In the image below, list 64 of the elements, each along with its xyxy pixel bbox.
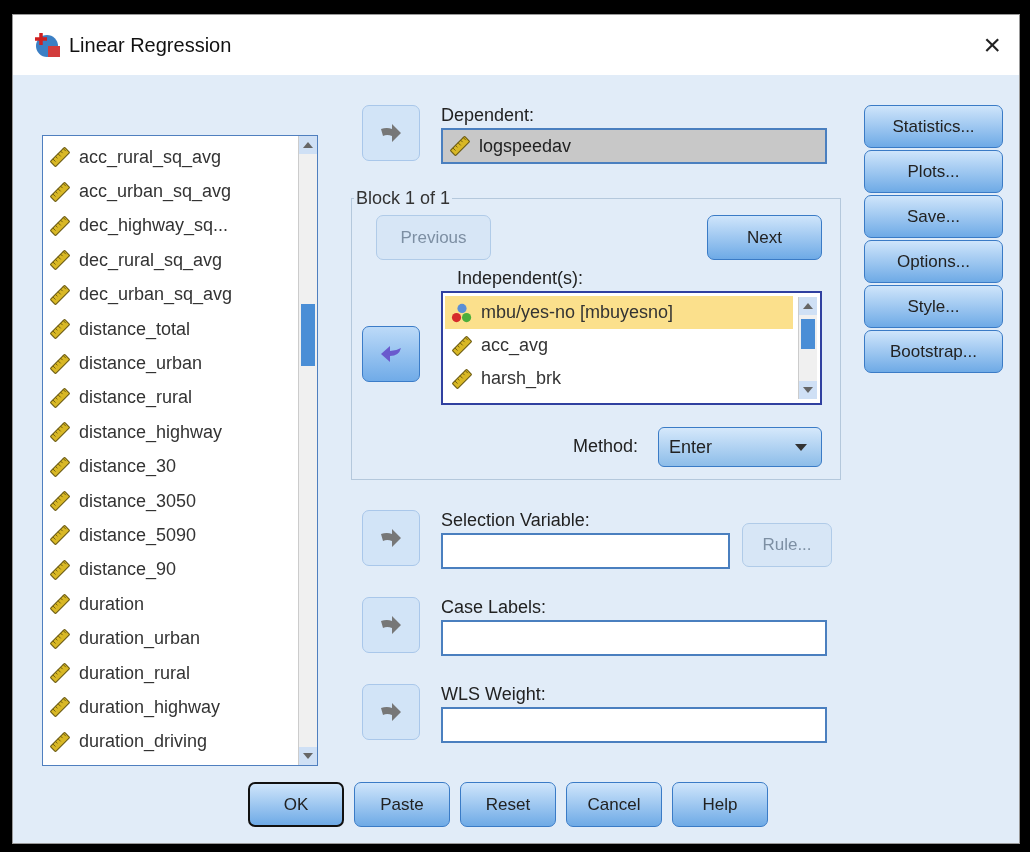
variable-item[interactable]: duration [43,587,298,622]
variable-item[interactable]: distance_total [43,311,298,347]
dialog-button[interactable]: Statistics... [864,105,1003,148]
dialog-button[interactable]: Plots... [864,150,1003,193]
close-button[interactable]: × [979,28,1005,62]
input-field[interactable] [441,533,730,569]
next-button[interactable]: Next [707,215,822,260]
arrow-right-icon [379,528,403,548]
variable-item[interactable]: dec_rural_sq_avg [43,243,298,278]
caret-icon [795,443,807,451]
field-label: Case Labels: [441,597,548,618]
arrow-right-icon [379,123,403,143]
arrow-right-icon [379,702,403,722]
variable-item[interactable]: distance_30 [43,449,298,484]
scroll-down-icon [303,753,313,759]
scroll-thumb[interactable] [801,319,815,349]
variable-item[interactable]: distance_rural [43,380,298,416]
move-button[interactable] [362,326,420,382]
independent-item[interactable]: acc_avg [445,329,793,362]
field-label: WLS Weight: [441,684,547,705]
variable-item[interactable]: distance_5090 [43,518,298,553]
dialog-button[interactable]: OK [248,782,344,827]
input-field[interactable] [441,707,827,743]
dialog-button[interactable]: Reset [460,782,556,827]
dialog-button[interactable]: Cancel [566,782,662,827]
variable-item[interactable]: duration_highway [43,690,298,725]
scroll-thumb[interactable] [301,304,315,366]
scroll-down-icon [803,387,813,393]
variable-item[interactable]: duration_urban [43,621,298,656]
dependent-field[interactable]: logspeedav [441,128,827,164]
variable-item[interactable]: dec_highway_sq... [43,208,298,244]
method-dropdown[interactable]: Enter [658,427,822,467]
variable-item[interactable]: distance_90 [43,552,298,588]
dialog-button[interactable]: Save... [864,195,1003,238]
scroll-up-icon [803,303,813,309]
independent-item[interactable]: mbu/yes-no [mbuyesno] [445,296,793,329]
input-field[interactable] [441,620,827,656]
arrow-right-icon [379,615,403,635]
variable-item[interactable]: distance_highway [43,415,298,450]
dialog-button[interactable]: Style... [864,285,1003,328]
variable-item[interactable]: dec_urban_sq_avg [43,277,298,312]
three-balls-icon [451,301,473,324]
app-icon [33,31,61,59]
independent-item[interactable]: harsh_brk [445,362,793,395]
variable-item[interactable]: distance_3050 [43,483,298,519]
variable-item[interactable]: acc_rural_sq_avg [43,140,298,175]
method-label: Method: [572,435,638,457]
dependent-label: Dependent: [441,105,536,126]
dialog-button[interactable]: Paste [354,782,450,827]
scrollbar[interactable] [798,297,817,399]
block-title: Block 1 of 1 [355,188,452,209]
window-title: Linear Regression [69,33,233,57]
variable-item[interactable]: acc_urban_sq_avg [43,174,298,209]
variable-item[interactable]: duration_rural [43,655,298,691]
independents-label: Independent(s): [457,268,585,289]
scroll-up-icon [303,142,313,148]
variable-item[interactable]: duration_driving [43,724,298,760]
arrow-left-icon [379,344,403,364]
dialog-button[interactable]: Bootstrap... [864,330,1003,373]
field-label: Selection Variable: [441,510,591,531]
variable-item[interactable]: distance_urban [43,346,298,381]
dialog-button[interactable]: Options... [864,240,1003,283]
dialog-button[interactable]: Help [672,782,768,827]
scrollbar[interactable] [298,136,317,765]
